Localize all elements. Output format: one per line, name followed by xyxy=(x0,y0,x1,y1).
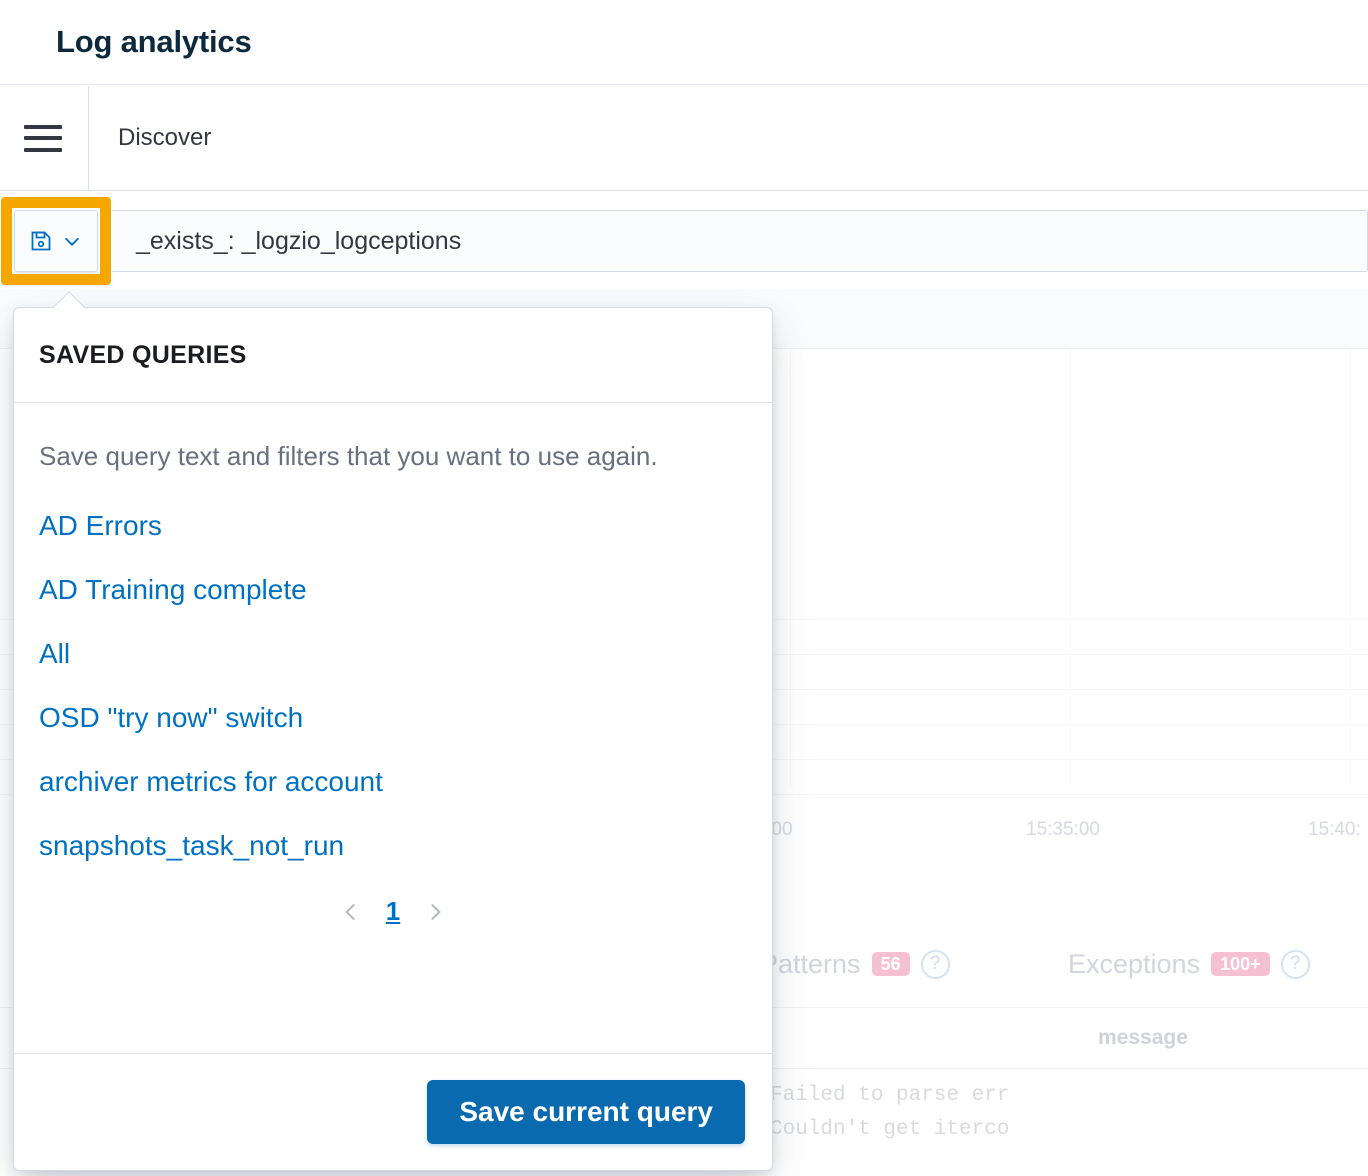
nav-bar: Discover xyxy=(0,86,1368,191)
popover-footer: Save current query xyxy=(14,1053,772,1170)
saved-query-item[interactable]: All xyxy=(39,622,747,686)
app-header: Log analytics xyxy=(0,0,1368,85)
popover-description: Save query text and filters that you wan… xyxy=(39,441,658,471)
cell-message-line-2: Couldn't get iterco xyxy=(770,1118,1010,1141)
save-current-query-button[interactable]: Save current query xyxy=(427,1080,745,1144)
tab-patterns[interactable]: Patterns 56 ? xyxy=(760,949,950,980)
query-input[interactable]: _exists_: _logzio_logceptions xyxy=(112,210,1368,272)
question-circle-icon[interactable]: ? xyxy=(920,949,950,979)
exceptions-count-badge: 100+ xyxy=(1211,952,1270,976)
app-root: Log analytics Discover 30:00 15:35:00 15… xyxy=(0,0,1368,1176)
saved-queries-popover: SAVED QUERIES Save query text and filter… xyxy=(13,291,773,1171)
saved-query-item[interactable]: snapshots_task_not_run xyxy=(39,814,747,878)
saved-queries-list: AD Errors AD Training complete All OSD "… xyxy=(39,494,747,878)
popover-body: Save query text and filters that you wan… xyxy=(14,403,772,927)
pagination-page-1[interactable]: 1 xyxy=(386,896,400,927)
saved-query-item[interactable]: OSD "try now" switch xyxy=(39,686,747,750)
saved-queries-button[interactable] xyxy=(14,210,98,272)
column-header-message: message xyxy=(1098,1026,1188,1049)
popover-title: SAVED QUERIES xyxy=(39,340,247,369)
question-circle-icon[interactable]: ? xyxy=(1280,949,1310,979)
query-bar: _exists_: _logzio_logceptions xyxy=(0,192,1368,288)
popover-header: SAVED QUERIES xyxy=(14,308,772,403)
cell-message: Failed to parse err Couldn't get iterco xyxy=(770,1079,1009,1147)
tab-exceptions-label: Exceptions xyxy=(1068,948,1201,979)
hamburger-menu-icon[interactable] xyxy=(24,124,62,152)
chevron-down-icon xyxy=(64,237,80,246)
page-title: Log analytics xyxy=(56,24,252,59)
breadcrumb-discover[interactable]: Discover xyxy=(118,124,211,152)
floppy-disk-save-icon xyxy=(31,231,51,251)
nav-divider xyxy=(88,86,89,190)
saved-query-item[interactable]: archiver metrics for account xyxy=(39,750,747,814)
x-axis-tick: 15:35:00 xyxy=(1026,819,1100,840)
chevron-left-icon[interactable] xyxy=(338,899,364,925)
saved-query-item[interactable]: AD Errors xyxy=(39,494,747,558)
pagination: 1 xyxy=(39,896,747,927)
tab-exceptions[interactable]: Exceptions 100+ ? xyxy=(1068,949,1310,980)
saved-query-item[interactable]: AD Training complete xyxy=(39,558,747,622)
tab-patterns-label: Patterns xyxy=(760,948,861,979)
patterns-count-badge: 56 xyxy=(871,952,910,976)
x-axis-tick: 15:40: xyxy=(1308,819,1361,840)
cell-message-line-1: Failed to parse err xyxy=(770,1084,1010,1107)
chevron-right-icon[interactable] xyxy=(422,899,448,925)
